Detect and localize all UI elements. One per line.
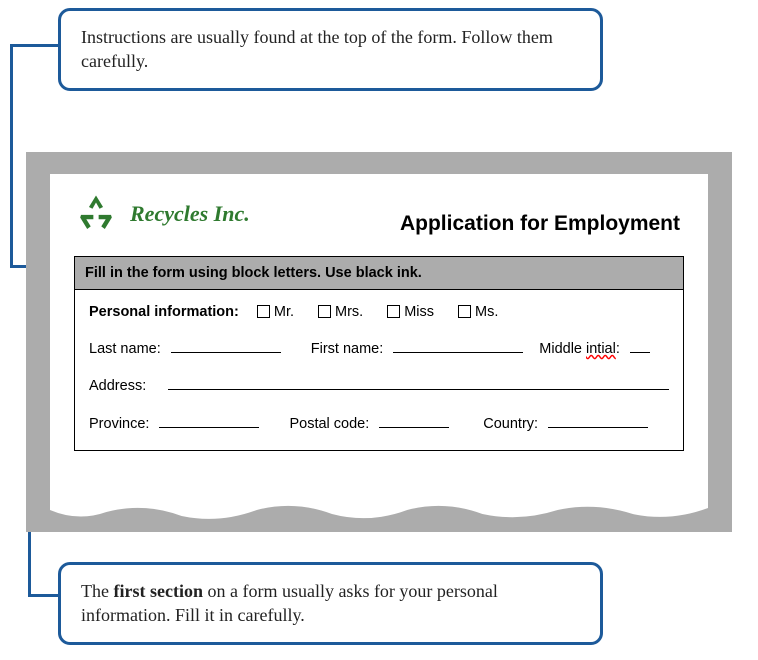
- checkbox-icon[interactable]: [257, 305, 270, 318]
- callout-connector: [10, 44, 58, 47]
- middle-initial-label: Middle intial:: [539, 341, 620, 357]
- title-ms: Ms.: [475, 304, 498, 320]
- personal-info-section: Personal information: Mr. Mrs. Miss Ms. …: [75, 290, 683, 450]
- brand-block: Recycles Inc.: [74, 192, 250, 236]
- title-option: Mrs.: [310, 304, 369, 320]
- callout-first-section: The first section on a form usually asks…: [58, 562, 603, 645]
- callout-first-section-text: The first section on a form usually asks…: [81, 581, 498, 625]
- form-header: Recycles Inc. Application for Employment: [50, 174, 708, 244]
- callout-connector: [28, 594, 58, 597]
- form-sheet: Recycles Inc. Application for Employment…: [50, 174, 708, 502]
- middle-initial-field[interactable]: [630, 338, 650, 353]
- form-instruction-bar: Fill in the form using block letters. Us…: [75, 257, 683, 290]
- title-miss: Miss: [404, 304, 434, 320]
- postal-field[interactable]: [379, 412, 449, 427]
- last-name-field[interactable]: [171, 338, 281, 353]
- callout-instructions-text: Instructions are usually found at the to…: [81, 27, 553, 71]
- province-label: Province:: [89, 416, 149, 432]
- region-row: Province: Postal code: Country:: [89, 412, 669, 431]
- title-mrs: Mrs.: [335, 304, 363, 320]
- name-row: Last name: First name: Middle intial:: [89, 338, 669, 357]
- last-name-label: Last name:: [89, 341, 161, 357]
- form-panel-frame: Recycles Inc. Application for Employment…: [26, 152, 732, 532]
- first-name-field[interactable]: [393, 338, 523, 353]
- title-option: Ms.: [450, 304, 504, 320]
- torn-edge: [50, 500, 708, 524]
- province-field[interactable]: [159, 412, 259, 427]
- checkbox-icon[interactable]: [387, 305, 400, 318]
- section-label: Personal information:: [89, 304, 239, 320]
- address-label: Address:: [89, 378, 146, 394]
- checkbox-icon[interactable]: [318, 305, 331, 318]
- country-label: Country:: [483, 416, 538, 432]
- title-row: Personal information: Mr. Mrs. Miss Ms.: [89, 304, 669, 320]
- postal-label: Postal code:: [289, 416, 369, 432]
- brand-name: Recycles Inc.: [130, 201, 250, 227]
- address-field[interactable]: [168, 375, 669, 390]
- callout-instructions: Instructions are usually found at the to…: [58, 8, 603, 91]
- title-option: Miss: [379, 304, 440, 320]
- checkbox-icon[interactable]: [458, 305, 471, 318]
- title-mr: Mr.: [274, 304, 294, 320]
- recycle-icon: [74, 192, 118, 236]
- title-option: Mr.: [249, 304, 300, 320]
- address-row: Address:: [89, 375, 669, 394]
- callout-connector: [10, 44, 13, 268]
- country-field[interactable]: [548, 412, 648, 427]
- form-title: Application for Employment: [400, 212, 680, 236]
- first-name-label: First name:: [311, 341, 384, 357]
- form-body: Fill in the form using block letters. Us…: [74, 256, 684, 451]
